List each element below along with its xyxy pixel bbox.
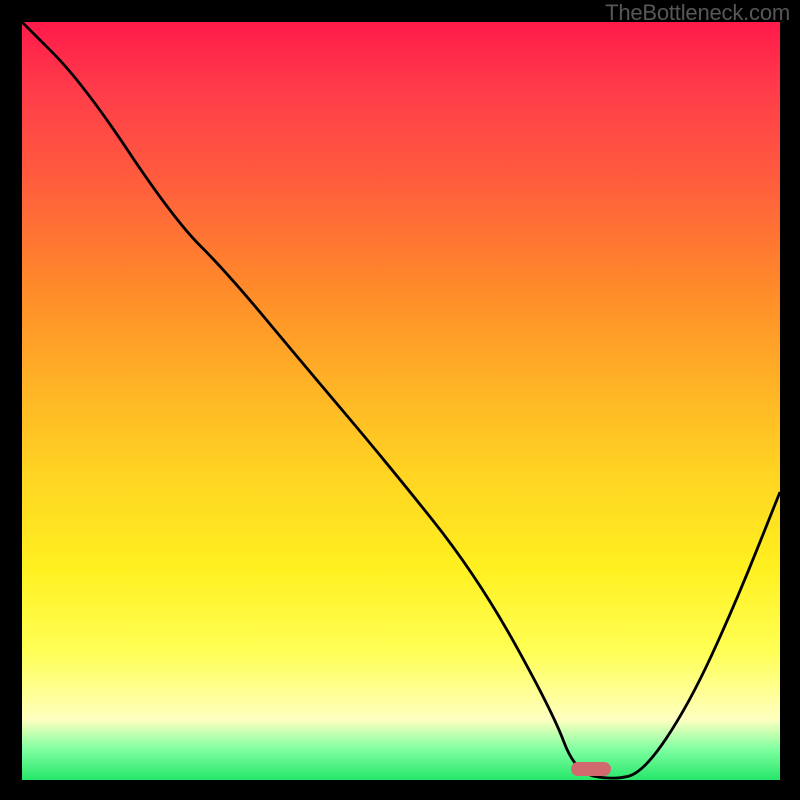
bottleneck-curve	[22, 22, 780, 780]
watermark-text: TheBottleneck.com	[605, 0, 790, 26]
plot-area	[22, 22, 780, 780]
optimal-marker	[571, 762, 611, 776]
